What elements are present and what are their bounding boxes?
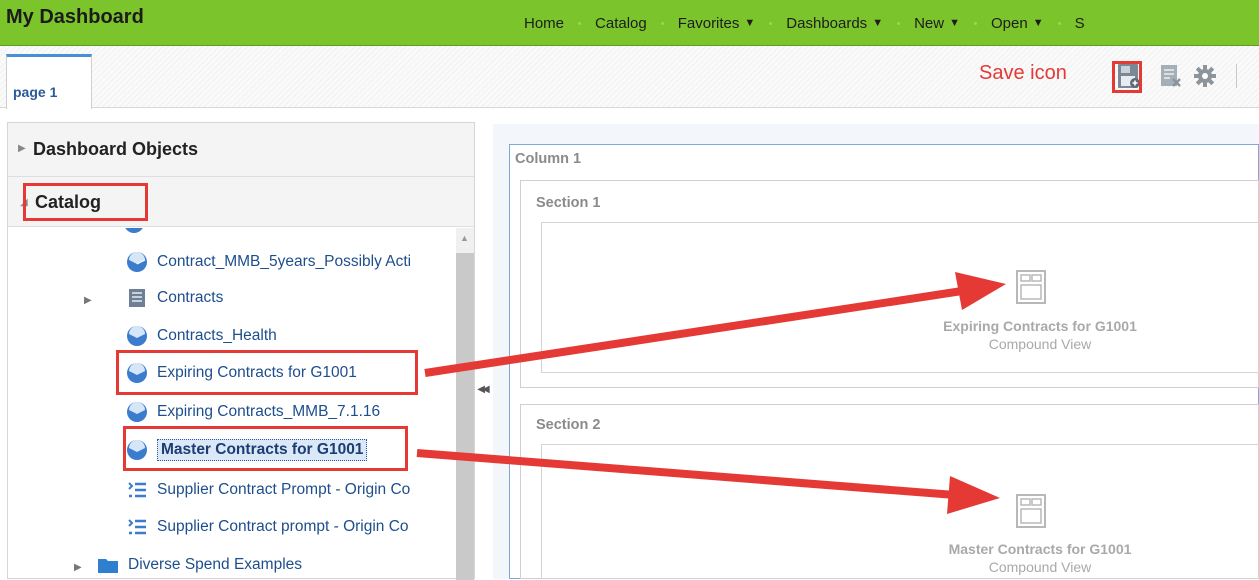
section-label: Dashboard Objects (33, 139, 199, 159)
discard-changes-icon[interactable] (1158, 62, 1184, 90)
tree-item-label: Diverse Spend Examples (128, 556, 303, 573)
nav-home[interactable]: Home (510, 15, 578, 32)
tree-item-label: Contract_MMB_5years_Possibly Acti (157, 253, 412, 270)
nav-label: S (1074, 14, 1085, 32)
expand-triangle-icon: ▶ (18, 143, 26, 154)
tree-item[interactable]: Supplier Contract prompt - Origin Co (126, 510, 409, 544)
nav-label: Open (990, 14, 1028, 32)
nav-label: Catalog (595, 14, 647, 32)
tree-scrollbar-thumb[interactable] (456, 253, 474, 580)
prompt-icon (128, 482, 146, 498)
nav-catalog[interactable]: Catalog (581, 15, 661, 32)
tree-item-label: Contracts_Health (157, 327, 277, 344)
tree-item-label: Expiring Contracts_MMB_7.1.16 (157, 403, 381, 420)
section-title: Section 1 (536, 195, 601, 211)
nav-favorites-menu[interactable]: Favorites ▼ (664, 15, 770, 32)
nav-new-menu[interactable]: New ▼ (900, 15, 974, 32)
tree-item[interactable]: Contracts (126, 281, 223, 315)
tree-item-clipped (123, 228, 154, 240)
compound-view-icon (1016, 494, 1046, 528)
global-nav: Home Catalog Favorites ▼ Dashboards ▼ New ▼… (510, 0, 1099, 46)
expand-triangle-icon[interactable]: ▶ (84, 295, 92, 306)
top-navigation-bar: My Dashboard Home Catalog Favorites ▼ Das… (0, 0, 1259, 46)
page-tab-strip: page 1 Save icon (0, 46, 1259, 109)
caret-down-icon: ▼ (949, 17, 960, 29)
view-type: Compound View (988, 559, 1092, 575)
nav-label: Home (524, 14, 565, 32)
save-icon-highlight (1112, 61, 1142, 93)
view-title: Expiring Contracts for G1001 (943, 318, 1137, 334)
analysis-icon (125, 228, 143, 233)
scroll-up-arrow-icon[interactable]: ▲ (460, 233, 469, 243)
nav-signed-in-truncated[interactable]: S (1061, 15, 1099, 32)
prompt-icon (128, 519, 146, 535)
tree-item[interactable]: Supplier Contract Prompt - Origin Co (126, 473, 410, 507)
nav-open-menu[interactable]: Open ▼ (977, 15, 1058, 32)
toolbar-separator (1236, 64, 1237, 88)
expand-triangle-icon[interactable]: ▶ (74, 562, 82, 573)
analysis-icon (127, 252, 147, 272)
tree-item-folder[interactable]: Diverse Spend Examples (97, 548, 302, 580)
collapse-panel-handle-icon[interactable]: ◀◀ (476, 378, 489, 400)
tree-item-label: Contracts (157, 289, 224, 306)
dashboard-objects-header[interactable]: ▶ Dashboard Objects (8, 123, 474, 177)
section-title: Section 2 (536, 417, 601, 433)
tree-item[interactable]: Contract_MMB_5years_Possibly Acti (126, 245, 411, 279)
analysis-icon (127, 402, 147, 422)
folder-icon (98, 559, 118, 573)
caret-down-icon: ▼ (1032, 17, 1044, 29)
app-title: My Dashboard (6, 6, 144, 28)
view-title: Master Contracts for G1001 (948, 541, 1132, 557)
gear-icon[interactable] (1192, 62, 1218, 90)
column-title: Column 1 (515, 151, 582, 167)
expiring-contracts-highlight (116, 350, 418, 395)
nav-dashboards-menu[interactable]: Dashboards ▼ (772, 15, 897, 32)
nav-label: New (914, 14, 945, 32)
analysis-icon (127, 326, 147, 346)
tree-item-label: Supplier Contract prompt - Origin Co (157, 518, 409, 535)
tree-item[interactable]: Expiring Contracts_MMB_7.1.16 (126, 395, 380, 429)
compound-view-icon (1016, 270, 1046, 304)
master-contracts-highlight (123, 426, 408, 471)
dashboard-builder-panel: ▶ Dashboard Objects ◢ Catalog Contract_M… (7, 122, 475, 580)
caret-down-icon: ▼ (744, 17, 756, 29)
nav-label: Favorites (677, 14, 740, 32)
catalog-highlight (23, 183, 148, 221)
view-type: Compound View (988, 336, 1092, 352)
subject-area-icon (129, 289, 145, 307)
tree-item[interactable]: Contracts_Health (126, 319, 277, 353)
tree-item-label: Supplier Contract Prompt - Origin Co (157, 481, 411, 498)
tab-page-1[interactable]: page 1 (6, 54, 92, 109)
save-icon-callout: Save icon (979, 62, 1067, 84)
caret-down-icon: ▼ (872, 17, 884, 29)
nav-label: Dashboards (786, 14, 868, 32)
catalog-tree: Contract_MMB_5years_Possibly Acti ▶ Cont… (8, 228, 456, 580)
